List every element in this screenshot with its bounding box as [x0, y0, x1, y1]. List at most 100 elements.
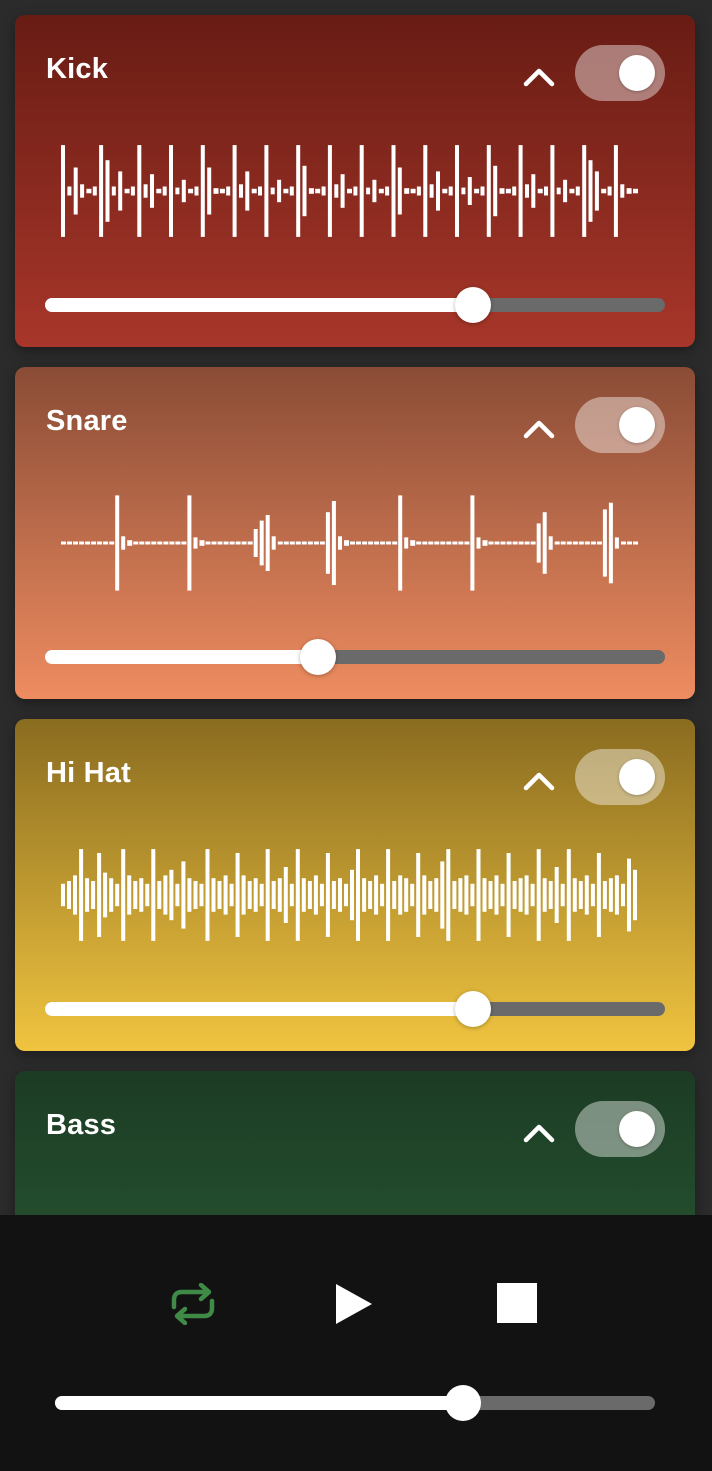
waveform-bar — [103, 541, 109, 545]
waveform-bar — [575, 186, 580, 196]
collapse-chevron-icon[interactable] — [521, 769, 557, 793]
waveform-bar — [283, 541, 289, 545]
waveform-bar — [347, 188, 352, 194]
waveform-bar — [476, 537, 481, 549]
waveform-bar — [235, 853, 240, 937]
track-enable-toggle[interactable] — [575, 1101, 665, 1157]
slider-thumb[interactable] — [454, 991, 491, 1027]
play-icon[interactable] — [334, 1282, 374, 1326]
waveform-bar — [512, 541, 518, 545]
waveform-bar — [524, 875, 529, 915]
waveform-bar — [169, 541, 175, 545]
slider-thumb[interactable] — [454, 287, 491, 323]
waveform-bar — [157, 881, 162, 909]
waveform-bar — [588, 160, 593, 222]
waveform-bar — [578, 881, 583, 909]
waveform-bar — [67, 186, 72, 196]
waveform-bar — [494, 875, 499, 915]
waveform-bar — [175, 541, 181, 545]
waveform-bar — [127, 875, 132, 915]
track-volume-slider[interactable] — [45, 991, 665, 1027]
waveform-bar — [410, 540, 416, 546]
track-card-hi-hat: Hi Hat — [15, 719, 695, 1051]
waveform-bar — [156, 188, 162, 194]
waveform-bar — [627, 541, 632, 545]
waveform-bar — [73, 541, 78, 545]
waveform-bar — [219, 188, 225, 194]
toggle-knob — [619, 1111, 655, 1147]
waveform-bar — [103, 872, 108, 918]
track-card-snare: Snare — [15, 367, 695, 699]
waveform-bar — [566, 541, 572, 545]
waveform-bar — [368, 541, 374, 545]
waveform-bar — [500, 541, 506, 545]
loop-icon[interactable] — [166, 1283, 220, 1325]
waveform-bar — [362, 878, 367, 912]
waveform-bar — [338, 536, 342, 550]
waveform-bar — [608, 502, 613, 584]
waveform-bar — [548, 536, 553, 550]
collapse-chevron-icon[interactable] — [521, 65, 557, 89]
waveform-bar — [512, 186, 517, 196]
waveform-bar — [145, 883, 150, 907]
waveform-bar — [307, 541, 313, 545]
waveform-bar — [550, 145, 555, 237]
waveform-bar — [200, 145, 205, 237]
slider-thumb[interactable] — [445, 1385, 481, 1421]
waveform-bar — [211, 541, 217, 545]
waveform-bar — [111, 186, 116, 196]
transport-bar — [0, 1215, 712, 1471]
collapse-chevron-icon[interactable] — [521, 1121, 557, 1145]
waveform-bar — [464, 875, 469, 915]
slider-thumb[interactable] — [299, 639, 336, 675]
toggle-knob — [619, 55, 655, 91]
waveform-bar — [374, 541, 380, 545]
waveform-bar — [554, 541, 560, 545]
track-volume-slider[interactable] — [45, 639, 665, 675]
track-enable-toggle[interactable] — [575, 397, 665, 453]
waveform-bar — [446, 849, 451, 941]
waveform-bar — [259, 883, 264, 907]
waveform-bar — [366, 187, 371, 195]
master-volume-slider[interactable] — [55, 1385, 655, 1421]
waveform-bar — [139, 878, 144, 912]
stop-icon[interactable] — [497, 1283, 537, 1323]
waveform-bar — [265, 849, 270, 941]
waveform-bar — [163, 875, 168, 915]
collapse-chevron-icon[interactable] — [521, 417, 557, 441]
waveform-bar — [143, 184, 148, 198]
waveform-bar — [584, 875, 589, 915]
track-enable-toggle[interactable] — [575, 45, 665, 101]
waveform-bar — [542, 512, 547, 574]
waveform-bar — [61, 883, 65, 907]
track-enable-toggle[interactable] — [575, 749, 665, 805]
waveform-bar — [621, 541, 626, 545]
waveform-bar — [536, 523, 541, 563]
waveform-bar — [493, 165, 498, 217]
waveform-bar — [448, 186, 453, 196]
waveform-bar — [391, 145, 396, 237]
waveform-bar — [380, 883, 385, 907]
waveform-bar — [578, 541, 584, 545]
waveform-bar — [596, 853, 601, 937]
waveform-bar — [584, 541, 590, 545]
waveform-bar — [251, 188, 257, 194]
waveform-bar — [621, 883, 625, 907]
waveform-bar — [331, 501, 336, 585]
track-card-bass: Bass — [15, 1071, 695, 1215]
waveform-bar — [187, 878, 192, 912]
waveform-bar — [488, 541, 494, 545]
waveform-bar — [67, 541, 72, 545]
waveform-bar — [334, 184, 339, 198]
track-volume-slider[interactable] — [45, 287, 665, 323]
waveform-bar — [199, 883, 204, 907]
waveform-bar — [442, 188, 448, 194]
waveform-bar — [124, 188, 130, 194]
waveform-bar — [380, 541, 386, 545]
waveform-bar — [239, 184, 243, 198]
waveform-bar — [109, 878, 114, 912]
waveform-bar — [486, 145, 491, 237]
waveform-bar — [115, 495, 120, 591]
waveform-bar — [542, 878, 547, 912]
waveform-bar — [499, 188, 505, 194]
